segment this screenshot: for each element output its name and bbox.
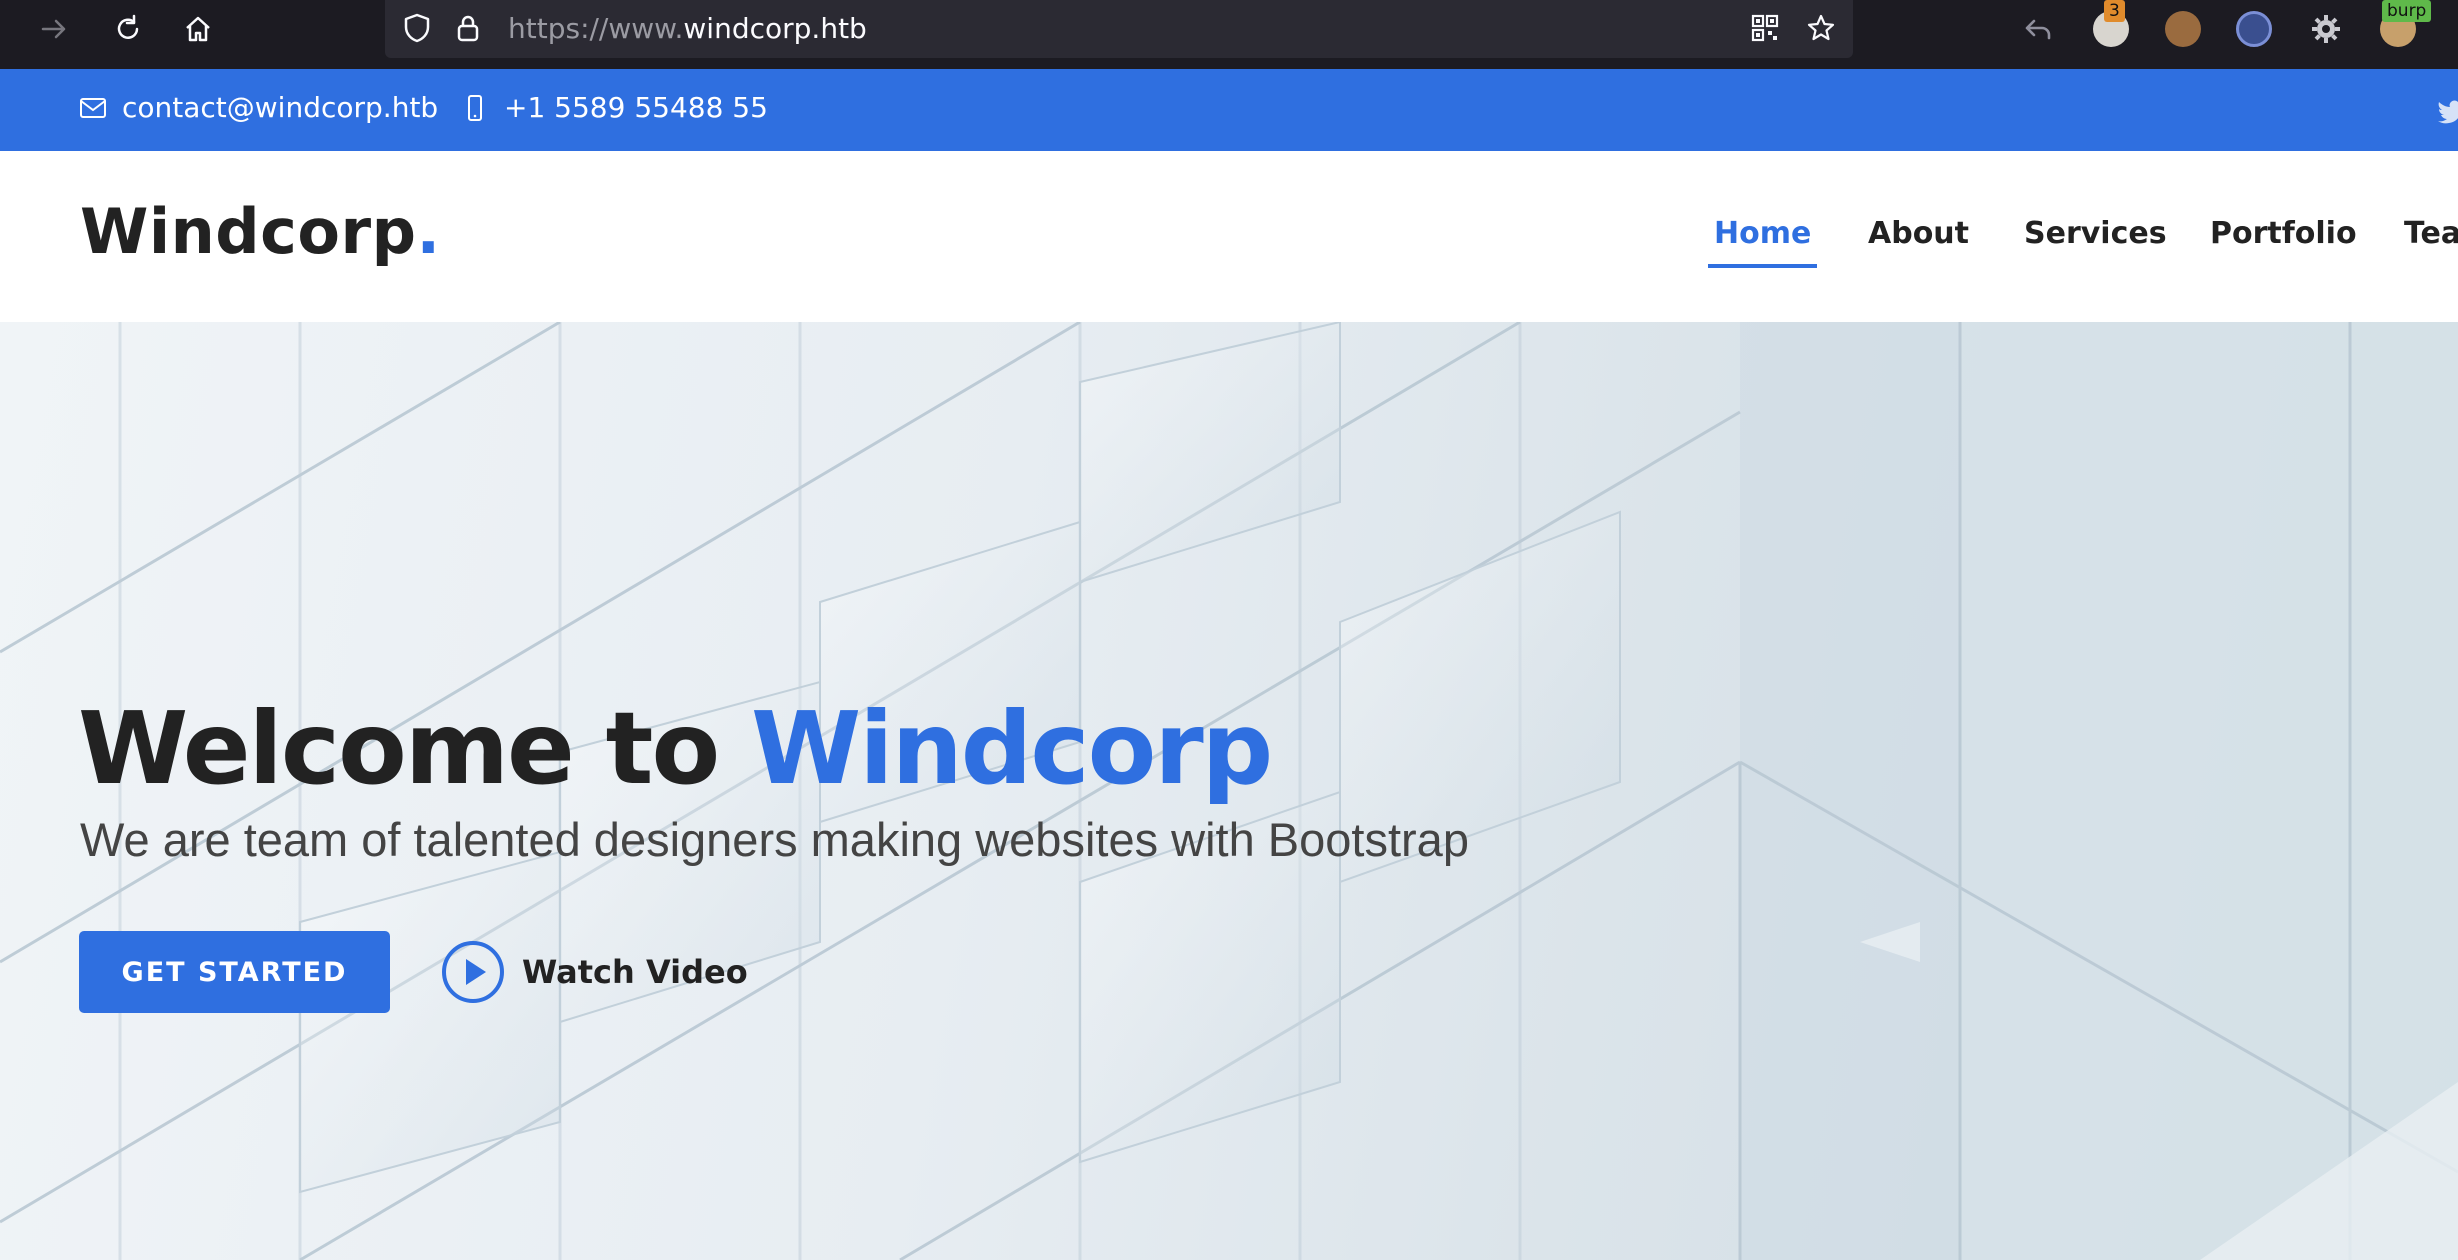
tracking-shield-icon[interactable]	[399, 10, 435, 46]
site-logo[interactable]: Windcorp.	[80, 195, 441, 268]
hero-title: Welcome to Windcorp	[78, 690, 1273, 807]
home-icon[interactable]	[180, 11, 216, 47]
burp-badge: burp	[2382, 0, 2432, 22]
monkey-extension-icon[interactable]	[2165, 11, 2201, 47]
get-started-button[interactable]: GET STARTED	[79, 931, 390, 1013]
qr-code-icon[interactable]	[1747, 10, 1783, 46]
contact-email[interactable]: contact@windcorp.htb	[78, 91, 438, 124]
back-arrow-icon[interactable]	[2020, 11, 2056, 47]
mobile-phone-icon	[468, 94, 482, 121]
reload-icon[interactable]	[110, 11, 146, 47]
contact-phone[interactable]: +1 5589 55488 55	[460, 91, 768, 124]
play-icon	[442, 941, 504, 1003]
forward-icon[interactable]	[36, 11, 72, 47]
nav-team[interactable]: Tea	[2404, 216, 2458, 251]
contact-topbar: contact@windcorp.htb +1 5589 55488 55	[0, 69, 2458, 151]
url-bar[interactable]: https://www.windcorp.htb	[385, 0, 1853, 58]
settings-gear-icon[interactable]	[2308, 11, 2344, 47]
bookmark-star-icon[interactable]	[1803, 10, 1839, 46]
globe-extension-icon[interactable]	[2236, 11, 2272, 47]
contact-email-text: contact@windcorp.htb	[122, 91, 439, 124]
url-text: https://www.windcorp.htb	[508, 12, 867, 45]
twitter-icon[interactable]	[2436, 95, 2458, 125]
envelope-icon	[80, 97, 106, 118]
nav-services[interactable]: Services	[2024, 216, 2167, 251]
nav-home[interactable]: Home	[1707, 216, 1818, 268]
hero-subtitle: We are team of talented designers making…	[80, 813, 1469, 866]
nav-about[interactable]: About	[1868, 216, 1969, 251]
watch-video-label: Watch Video	[522, 953, 748, 991]
extension-badge: 3	[2104, 0, 2125, 22]
hero-section: Welcome to Windcorp We are team of talen…	[0, 322, 2458, 1260]
browser-toolbar: https://www.windcorp.htb 3 burp	[0, 0, 2458, 69]
contact-phone-text: +1 5589 55488 55	[504, 91, 768, 124]
watch-video-button[interactable]: Watch Video	[440, 939, 748, 1005]
site-header: Windcorp. Home About Services Portfolio …	[0, 151, 2458, 322]
nav-portfolio[interactable]: Portfolio	[2210, 216, 2357, 251]
lock-icon[interactable]	[450, 10, 486, 46]
